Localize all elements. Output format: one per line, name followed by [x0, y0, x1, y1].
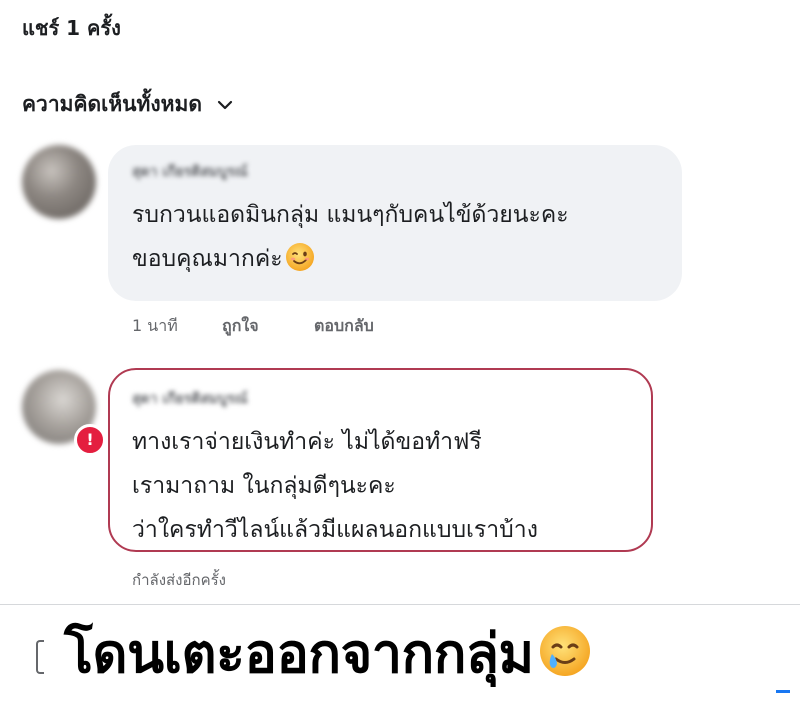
compose-input-edge	[36, 640, 44, 674]
comment-text-body: รบกวนแอดมินกลุ่ม แมนๆกับคนไข้ด้วยนะคะ ขอ…	[132, 202, 569, 272]
reply-button[interactable]: ตอบกลับ	[314, 314, 374, 339]
caption-text: โดนเตะออกจากกลุ่ม	[64, 622, 534, 685]
like-button[interactable]: ถูกใจ	[222, 314, 314, 339]
sort-label: ความคิดเห็นทั้งหมด	[22, 92, 202, 116]
winking-face-icon	[285, 243, 314, 271]
compose-cursor-indicator	[776, 690, 790, 693]
comment-actions: 1 นาที ถูกใจ ตอบกลับ	[132, 314, 374, 339]
comment-bubble-failed: สุดา เกียรติสมบูรณ์ ทางเราจ่ายเงินทำค่ะ …	[108, 368, 653, 552]
share-count[interactable]: แชร์ 1 ครั้ง	[22, 12, 121, 44]
comment-text: รบกวนแอดมินกลุ่ม แมนๆกับคนไข้ด้วยนะคะ ขอ…	[132, 193, 658, 281]
avatar[interactable]	[22, 145, 96, 219]
comment-sort-selector[interactable]: ความคิดเห็นทั้งหมด	[22, 88, 234, 121]
comment-text: ทางเราจ่ายเงินทำค่ะ ไม่ได้ขอทำฟรี เรามาถ…	[132, 429, 538, 543]
chevron-down-icon	[217, 100, 233, 109]
error-alert-icon[interactable]: !	[74, 424, 106, 456]
comment-bubble: สุดา เกียรติสมบูรณ์ รบกวนแอดมินกลุ่ม แมน…	[108, 145, 682, 301]
comment-author-name[interactable]: สุดา เกียรติสมบูรณ์	[132, 388, 248, 410]
screenshot-frame: แชร์ 1 ครั้ง ความคิดเห็นทั้งหมด สุดา เกี…	[0, 0, 800, 711]
comment-timestamp[interactable]: 1 นาที	[132, 314, 222, 339]
comment-author-name[interactable]: สุดา เกียรติสมบูรณ์	[132, 161, 248, 183]
overlay-caption: โดนเตะออกจากกลุ่ม	[64, 612, 592, 696]
retrying-status: กำลังส่งอีกครั้ง	[132, 571, 227, 589]
smiling-face-with-tear-icon	[539, 626, 590, 676]
